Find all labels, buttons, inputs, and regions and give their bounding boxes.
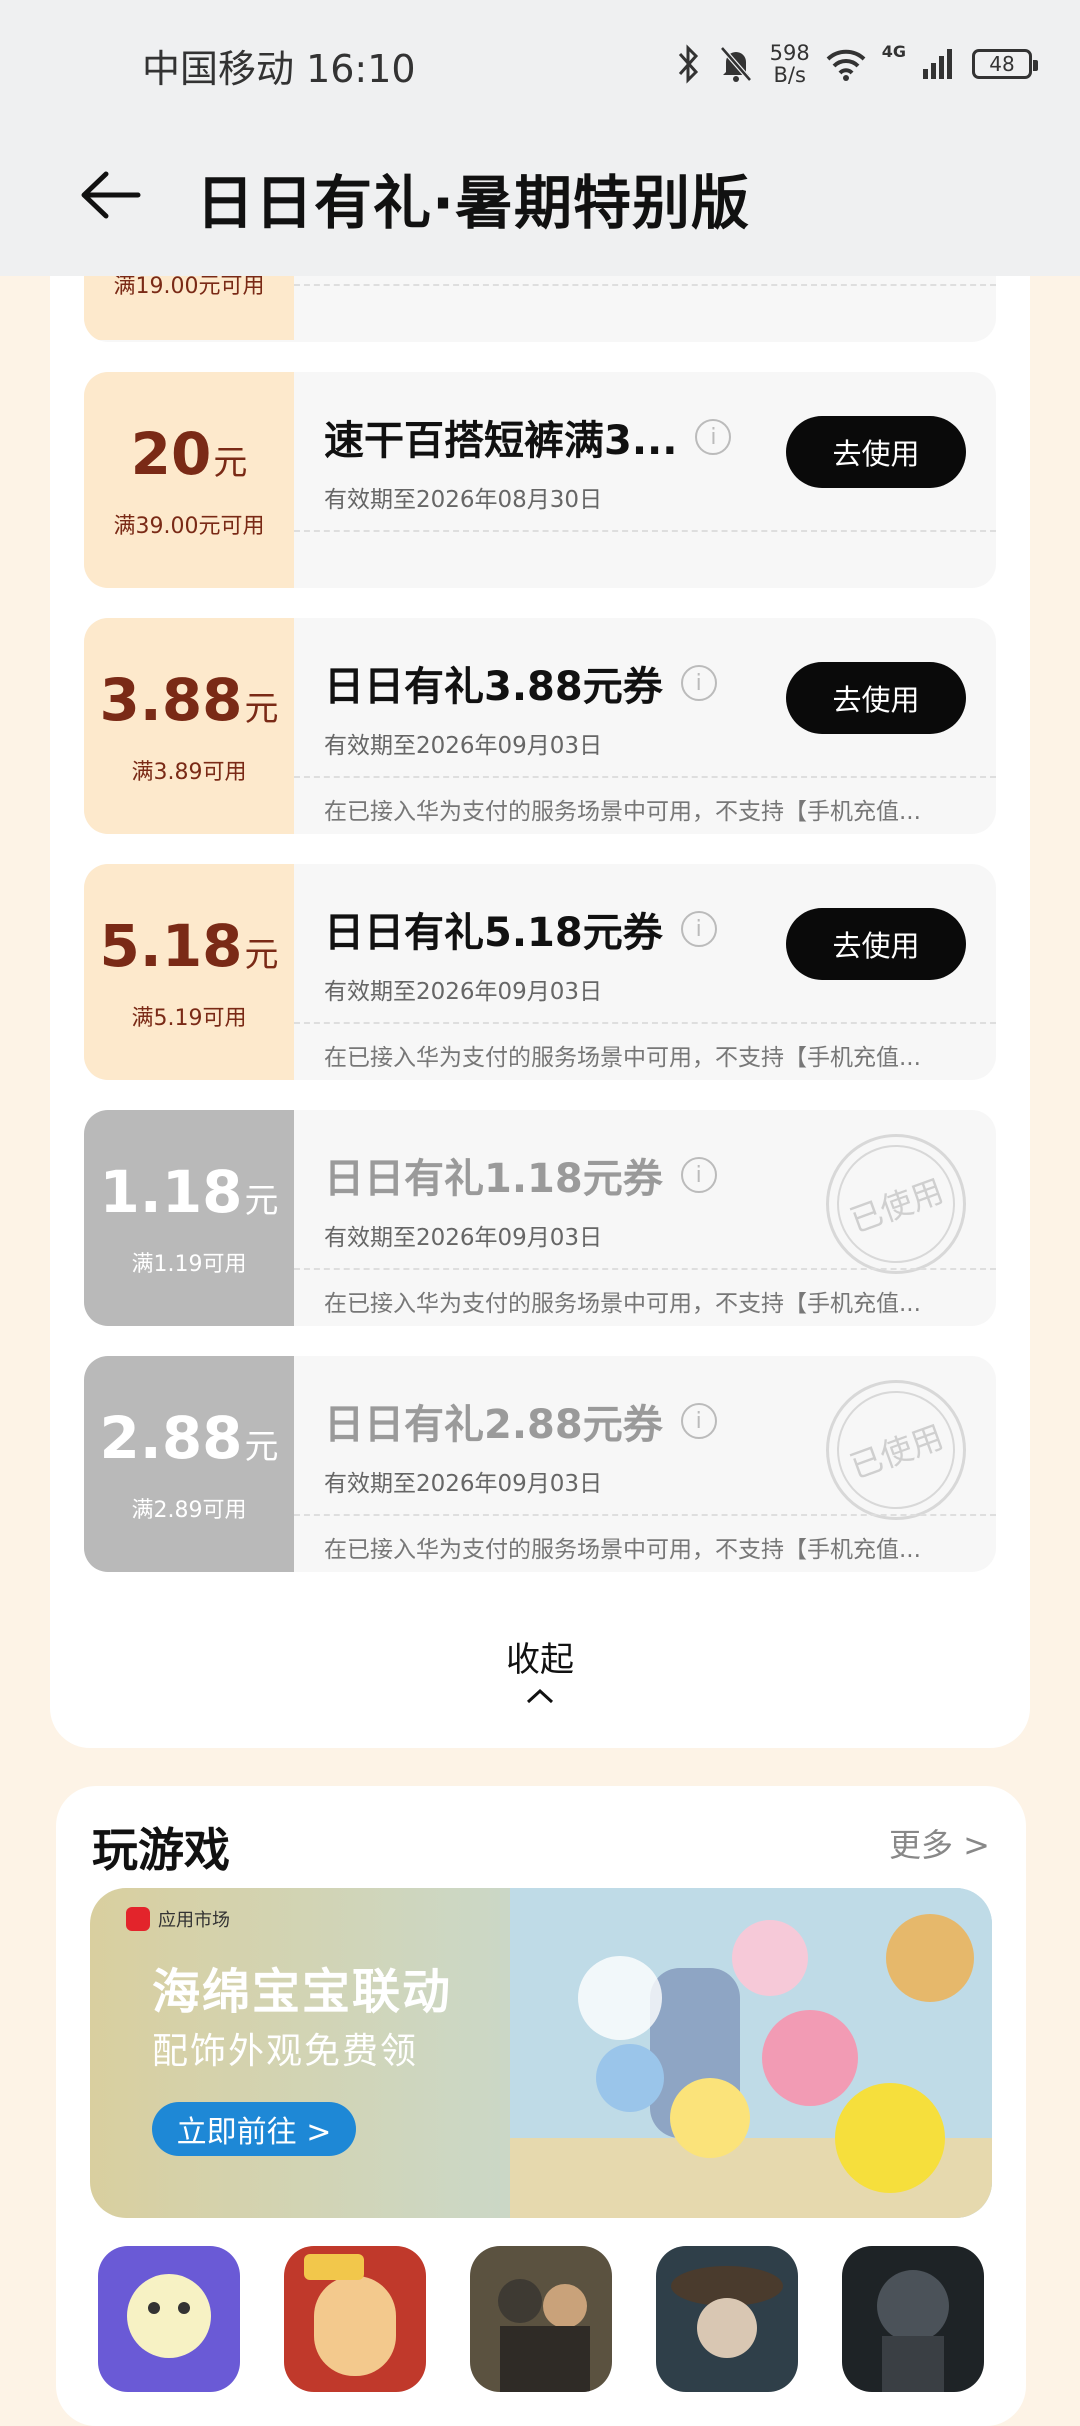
- status-icons: 598 B/s 4G 48: [676, 36, 1038, 92]
- collapse-label: 收起: [506, 1640, 574, 1680]
- coupon-divider: [294, 776, 996, 778]
- back-arrow-icon[interactable]: [76, 160, 146, 230]
- carrier-time: 中国移动 16:10: [142, 47, 416, 91]
- coupon-card: 3.88元 满3.89可用 日日有礼3.88元券 i 有效期至2026年09月03…: [84, 618, 996, 834]
- coupon-name-text: 日日有礼2.88元券: [324, 1402, 663, 1448]
- battery-icon: 48: [972, 49, 1038, 79]
- promo-banner[interactable]: 应用市场 海绵宝宝联动 配饰外观免费领 立即前往 >: [90, 1888, 992, 2218]
- coupon-divider: [294, 1268, 996, 1270]
- bluetooth-icon: [678, 44, 698, 84]
- banner-cta-button[interactable]: 立即前往 >: [152, 2102, 356, 2156]
- game-app-icon[interactable]: [98, 2246, 240, 2392]
- coupon-condition: 满1.19可用: [131, 1251, 247, 1277]
- coupon-card-used: 1.18元 满1.19可用 日日有礼1.18元券 i 有效期至2026年09月03…: [84, 1110, 996, 1326]
- use-coupon-button[interactable]: 去使用: [786, 416, 966, 488]
- coupon-note: 在已接入华为支付的服务场景中可用，不支持【手机充值...: [324, 1291, 921, 1317]
- coupon-name-text: 速干百搭短裤满3...: [324, 418, 678, 464]
- coupon-amount-block: 1.18元 满1.19可用: [84, 1110, 294, 1326]
- coupon-note: 在已接入华为支付的服务场景中可用，不支持【手机充值...: [324, 1045, 921, 1071]
- info-icon[interactable]: i: [680, 911, 717, 947]
- coupon-amount-block: 20元 满39.00元可用: [84, 372, 294, 588]
- coupon-amount-unit: 元: [244, 934, 279, 975]
- coupon-name-text: 日日有礼3.88元券: [324, 664, 663, 710]
- coupon-name-text: 日日有礼1.18元券: [324, 1156, 663, 1202]
- coupon-amount-value: 1.18: [99, 1157, 243, 1226]
- coupon-divider: [294, 1022, 996, 1024]
- coupon-amount-value: 5.18: [99, 911, 243, 980]
- coupon-divider: [294, 284, 996, 286]
- network-type: 4G: [881, 42, 906, 61]
- banner-subline: 配饰外观免费领: [152, 2031, 419, 2072]
- used-stamp: 已使用: [820, 1374, 972, 1526]
- coupon-amount: 1.18元: [99, 1159, 278, 1234]
- net-speed-value: 598: [769, 41, 810, 65]
- wifi-icon: [826, 49, 866, 81]
- page-header: 日日有礼·暑期特别版: [0, 130, 1080, 276]
- game-icon-row: [68, 2246, 1018, 2426]
- info-icon[interactable]: i: [680, 1157, 717, 1193]
- coupon-amount-value: 20: [130, 419, 212, 488]
- net-speed-unit: B/s: [773, 63, 806, 87]
- page-title: 日日有礼·暑期特别版: [196, 169, 751, 237]
- coupon-amount-unit: 元: [244, 1426, 279, 1467]
- coupon-condition: 满2.89可用: [131, 1497, 247, 1523]
- collapse-button[interactable]: 收起: [0, 1632, 1080, 1705]
- section-title: 玩游戏: [92, 1823, 230, 1877]
- banner-headline: 海绵宝宝联动: [152, 1964, 453, 2020]
- status-bar: 中国移动 16:10 598 B/s 4G 48: [0, 0, 1080, 130]
- game-app-icon[interactable]: [842, 2246, 984, 2392]
- use-coupon-button[interactable]: 去使用: [786, 908, 966, 980]
- app-market-label: 应用市场: [126, 1906, 230, 1932]
- info-icon[interactable]: i: [680, 665, 717, 701]
- signal-icon: [923, 49, 952, 79]
- game-app-icon[interactable]: [284, 2246, 426, 2392]
- net-speed: 598 B/s: [770, 42, 810, 86]
- coupon-card: 5.18元 满5.19可用 日日有礼5.18元券 i 有效期至2026年09月03…: [84, 864, 996, 1080]
- coupon-card: 20元 满39.00元可用 速干百搭短裤满3... i 有效期至2026年08月3…: [84, 372, 996, 588]
- coupon-condition: 满39.00元可用: [113, 513, 265, 539]
- coupon-amount-value: 2.88: [99, 1403, 243, 1472]
- coupon-divider: [294, 530, 996, 532]
- mute-bell-icon: [719, 46, 752, 82]
- coupon-amount: 5.18元: [99, 913, 278, 988]
- more-link[interactable]: 更多 >: [889, 1820, 990, 1866]
- use-coupon-button[interactable]: 去使用: [786, 662, 966, 734]
- info-icon[interactable]: i: [695, 419, 732, 455]
- app-market-logo-icon: [126, 1907, 150, 1931]
- coupon-amount: 2.88元: [99, 1405, 278, 1480]
- game-app-icon[interactable]: [656, 2246, 798, 2392]
- game-app-icon[interactable]: [470, 2246, 612, 2392]
- coupon-card-used: 2.88元 满2.89可用 日日有礼2.88元券 i 有效期至2026年09月03…: [84, 1356, 996, 1572]
- coupon-amount: 20元: [131, 421, 248, 496]
- coupon-condition: 满3.89可用: [131, 759, 247, 785]
- coupon-amount-block: 2.88元 满2.89可用: [84, 1356, 294, 1572]
- info-icon[interactable]: i: [680, 1403, 717, 1439]
- coupon-amount-unit: 元: [244, 688, 279, 729]
- games-section: 玩游戏 更多 > 应用市场 海绵宝宝联动 配饰外观免费领 立即前往 >: [56, 1786, 1026, 2426]
- app-market-text: 应用市场: [158, 1910, 230, 1931]
- coupon-amount-block: 3.88元 满3.89可用: [84, 618, 294, 834]
- coupon-note: 在已接入华为支付的服务场景中可用，不支持【手机充值...: [324, 799, 921, 825]
- coupon-divider: [294, 1514, 996, 1516]
- banner-artwork-image: [510, 1888, 992, 2218]
- chevron-up-icon: [526, 1688, 554, 1704]
- used-stamp: 已使用: [820, 1128, 972, 1280]
- coupon-amount-unit: 元: [213, 442, 248, 483]
- coupon-name-text: 日日有礼5.18元券: [324, 910, 663, 956]
- coupon-note: 在已接入华为支付的服务场景中可用，不支持【手机充值...: [324, 1537, 921, 1563]
- coupon-amount-value: 3.88: [99, 665, 243, 734]
- top-bar: 中国移动 16:10 598 B/s 4G 48 日日有礼·暑期特别版: [0, 0, 1080, 276]
- coupon-amount: 3.88元: [99, 667, 278, 742]
- coupon-amount-unit: 元: [244, 1180, 279, 1221]
- coupon-amount-block: 5.18元 满5.19可用: [84, 864, 294, 1080]
- coupon-condition: 满5.19可用: [131, 1005, 247, 1031]
